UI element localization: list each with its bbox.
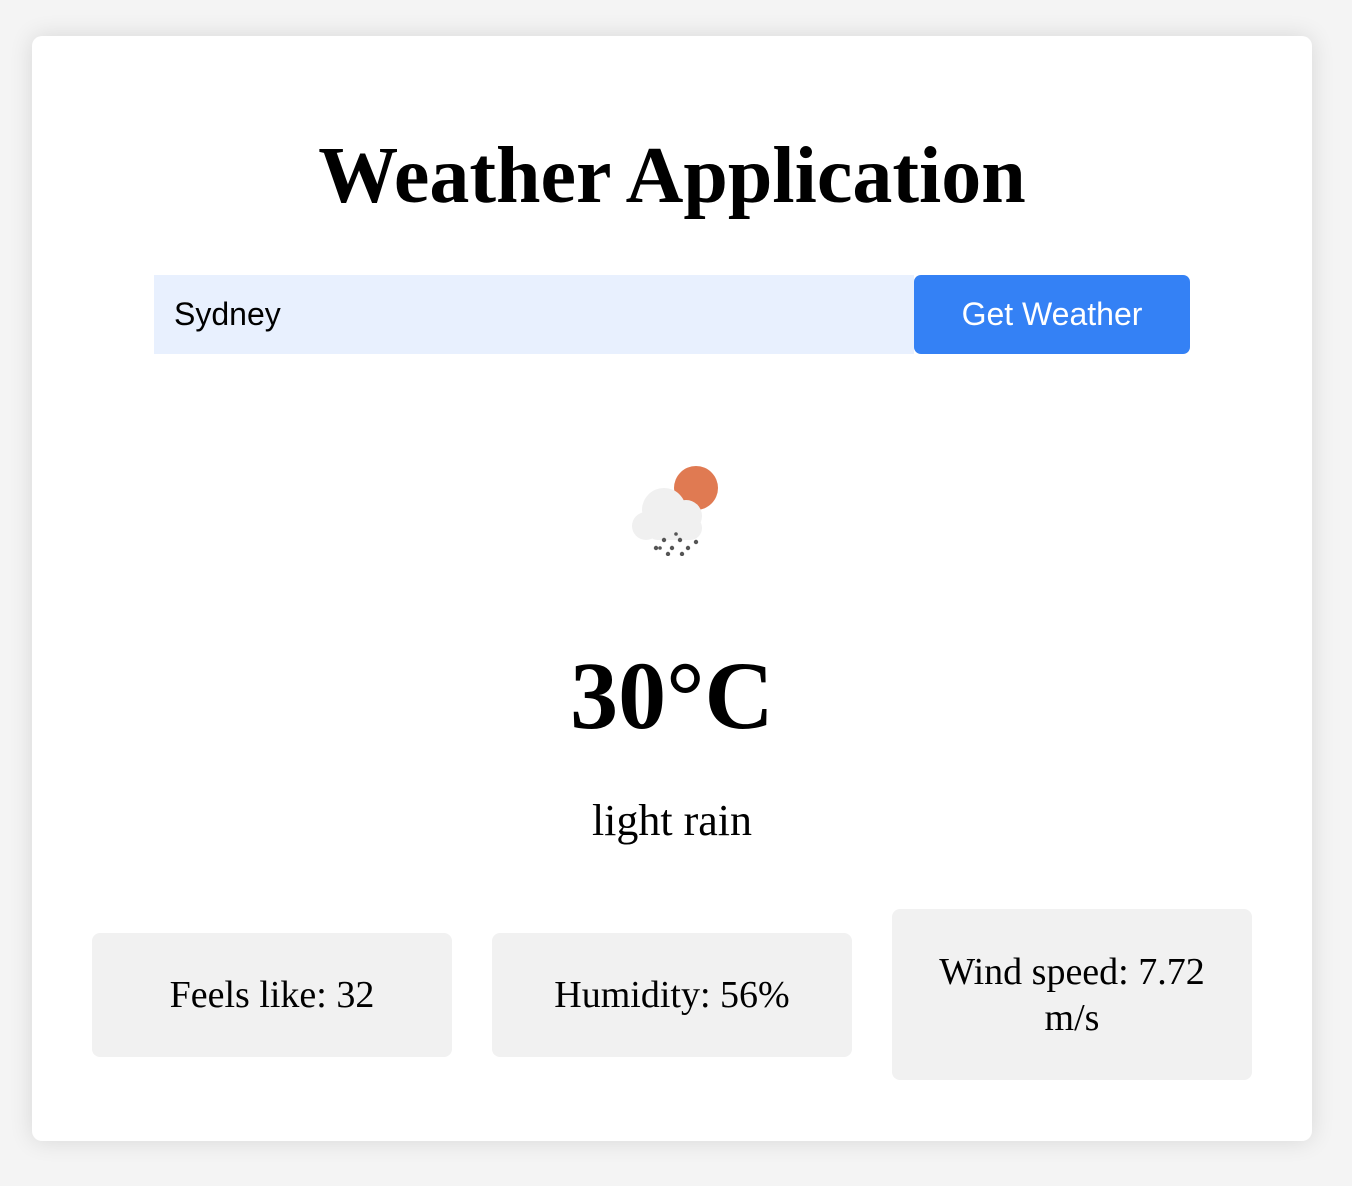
city-input[interactable] <box>154 275 914 354</box>
page-title: Weather Application <box>318 132 1026 220</box>
humidity-text: Humidity: 56% <box>554 974 790 1016</box>
wind-speed-text: Wind speed: 7.72 m/s <box>939 950 1205 1039</box>
search-bar: Get Weather <box>154 275 1190 354</box>
wind-speed-box: Wind speed: 7.72 m/s <box>892 909 1252 1080</box>
feels-like-box: Feels like: 32 <box>92 933 452 1057</box>
temperature-value: 30°C <box>570 642 774 749</box>
get-weather-button[interactable]: Get Weather <box>914 275 1190 354</box>
weather-description: light rain <box>591 796 753 845</box>
weather-card: Weather Application Get Weather 30°C <box>32 36 1312 1141</box>
humidity-box: Humidity: 56% <box>492 933 852 1057</box>
feels-like-text: Feels like: 32 <box>169 974 375 1016</box>
cloud-sun-rain-icon <box>632 466 718 556</box>
